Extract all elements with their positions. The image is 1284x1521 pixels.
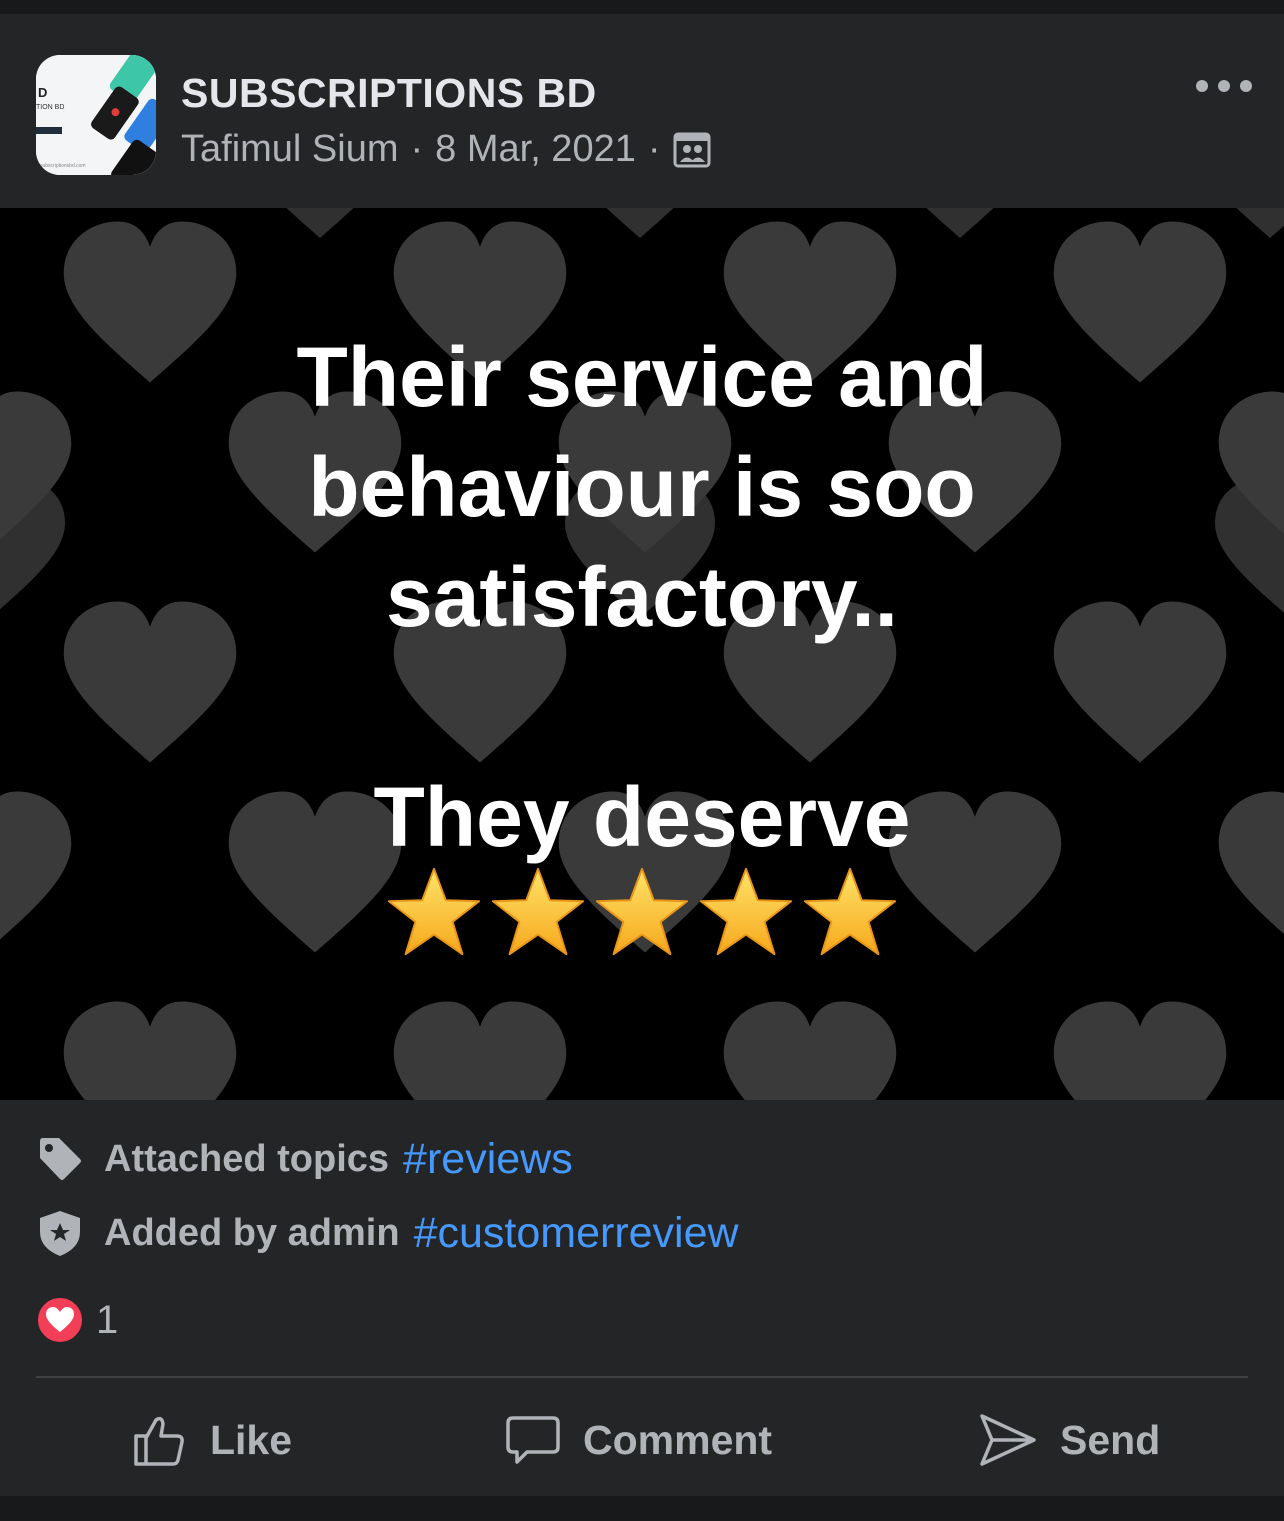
dot <box>1196 80 1208 92</box>
reaction-count: 1 <box>96 1297 119 1342</box>
heart-shape <box>1053 1001 1227 1100</box>
reactions-summary[interactable]: 1 <box>36 1294 118 1346</box>
five-stars <box>0 864 1284 964</box>
heart-shape <box>926 208 994 238</box>
added-by-admin-label: Added by admin <box>104 1211 400 1254</box>
divider <box>36 1376 1248 1378</box>
review-text: Their service and behaviour is soo satis… <box>296 330 988 644</box>
bottom-strip <box>0 1496 1284 1521</box>
heart-shape <box>723 1001 897 1100</box>
star-icon <box>595 867 689 956</box>
heart-shape <box>1236 208 1284 238</box>
star-icon <box>699 867 793 956</box>
avatar-image: D TION BD subscriptionsbd.com <box>36 55 156 175</box>
more-options-icon[interactable] <box>1196 72 1252 100</box>
send-icon <box>980 1414 1036 1466</box>
attached-topics-label: Attached topics <box>104 1137 390 1180</box>
comment-bubble-icon <box>506 1416 560 1464</box>
top-strip <box>0 0 1284 14</box>
dot <box>1240 80 1252 92</box>
action-bar: Like Comment Send <box>0 1398 1284 1482</box>
group-audience-icon <box>673 132 710 167</box>
page-avatar[interactable]: D TION BD subscriptionsbd.com <box>36 55 156 175</box>
topic-link-reviews[interactable]: #reviews <box>403 1135 573 1184</box>
svg-text:D: D <box>38 85 47 100</box>
post-image[interactable]: Their service and behaviour is soo satis… <box>0 208 1284 1100</box>
comment-button[interactable]: Comment <box>505 1398 772 1482</box>
heart-shape <box>606 208 674 238</box>
admin-shield-icon <box>40 1211 80 1256</box>
love-reaction-icon <box>36 1296 84 1344</box>
like-button[interactable]: Like <box>132 1398 292 1482</box>
meta-separator: · <box>647 128 661 170</box>
star-icon <box>491 867 585 956</box>
comment-label: Comment <box>583 1416 773 1463</box>
send-button[interactable]: Send <box>978 1398 1160 1482</box>
admin-topics-row: Added by admin #customerreview <box>36 1208 739 1258</box>
post-image-text: Their service and behaviour is soo satis… <box>0 322 1284 872</box>
deserve-text: They deserve <box>373 770 911 864</box>
like-thumb-icon <box>134 1416 184 1466</box>
tag-icon <box>40 1138 81 1180</box>
meta-separator: · <box>410 128 424 170</box>
post-card: D TION BD subscriptionsbd.com SUBSCRIPTI… <box>0 14 1284 1496</box>
dot <box>1218 80 1230 92</box>
page-name[interactable]: SUBSCRIPTIONS BD <box>181 70 597 117</box>
topic-link-customerreview[interactable]: #customerreview <box>414 1209 739 1258</box>
heart-shape <box>393 1001 567 1100</box>
post-date[interactable]: 8 Mar, 2021 <box>435 128 636 171</box>
heart-shape <box>63 1001 237 1100</box>
send-label: Send <box>1060 1416 1161 1463</box>
svg-text:TION BD: TION BD <box>36 104 64 111</box>
star-icon <box>387 867 481 956</box>
svg-text:subscriptionsbd.com: subscriptionsbd.com <box>40 163 86 169</box>
star-icon <box>803 867 897 956</box>
author-name[interactable]: Tafimul Sium <box>181 128 399 171</box>
heart-shape <box>286 208 354 238</box>
attached-topics-row: Attached topics #reviews <box>36 1134 573 1184</box>
like-label: Like <box>210 1416 293 1463</box>
post-meta: Tafimul Sium · 8 Mar, 2021 · <box>181 128 711 171</box>
